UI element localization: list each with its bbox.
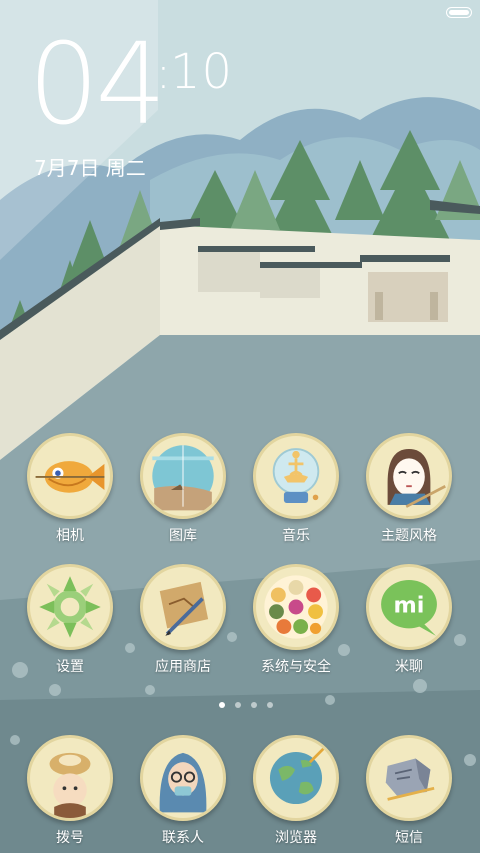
- app-label: 图库: [169, 528, 197, 544]
- globe-icon: [253, 735, 339, 821]
- clock-minutes: 10: [170, 44, 234, 100]
- app-themes[interactable]: 主题风格: [359, 433, 459, 545]
- fish-icon: [27, 433, 113, 519]
- hooded-person-icon: [140, 735, 226, 821]
- app-label: 音乐: [282, 528, 310, 544]
- app-music[interactable]: 音乐: [246, 433, 346, 545]
- app-store[interactable]: 应用商店: [133, 564, 233, 676]
- clock-date: 7月7日 周二: [34, 156, 146, 180]
- app-browser[interactable]: 浏览器: [246, 735, 346, 847]
- app-camera[interactable]: 相机: [20, 433, 120, 545]
- app-label: 浏览器: [275, 830, 317, 846]
- app-label: 米聊: [395, 659, 423, 675]
- svg-text:mi: mi: [394, 593, 425, 619]
- battery-fill: [449, 10, 469, 15]
- mi-chat-bubble-icon: mi: [366, 564, 452, 650]
- clock-separator: :: [156, 48, 171, 99]
- app-label: 主题风格: [381, 528, 437, 544]
- app-contacts[interactable]: 联系人: [133, 735, 233, 847]
- page-dot: [251, 702, 257, 708]
- app-label: 短信: [395, 830, 423, 846]
- masked-character-icon: [366, 433, 452, 519]
- app-settings[interactable]: 设置: [20, 564, 120, 676]
- page-dot: [267, 702, 273, 708]
- battery-icon: [446, 7, 472, 18]
- toolbox-grid-icon: [253, 564, 339, 650]
- app-security[interactable]: 系统与安全: [246, 564, 346, 676]
- page-dot-active: [219, 702, 225, 708]
- stone-letter-icon: [366, 735, 452, 821]
- app-label: 相机: [56, 528, 84, 544]
- page-dot: [235, 702, 241, 708]
- app-label: 联系人: [162, 830, 204, 846]
- app-gallery[interactable]: 图库: [133, 433, 233, 545]
- bamboo-gear-icon: [27, 564, 113, 650]
- app-label: 应用商店: [155, 659, 211, 675]
- clock-widget[interactable]: 04: [0, 0, 167, 260]
- app-label: 拨号: [56, 830, 84, 846]
- app-messages[interactable]: 短信: [359, 735, 459, 847]
- app-dialer[interactable]: 拨号: [20, 735, 120, 847]
- sea-window-icon: [140, 433, 226, 519]
- bird-nest-head-icon: [27, 735, 113, 821]
- app-mitalk[interactable]: mi 米聊: [359, 564, 459, 676]
- app-label: 系统与安全: [261, 659, 331, 675]
- clock-hours: 04: [28, 20, 167, 150]
- ballerina-music-box-icon: [253, 433, 339, 519]
- page-indicator[interactable]: [0, 700, 480, 712]
- app-label: 设置: [56, 659, 84, 675]
- map-pen-icon: [140, 564, 226, 650]
